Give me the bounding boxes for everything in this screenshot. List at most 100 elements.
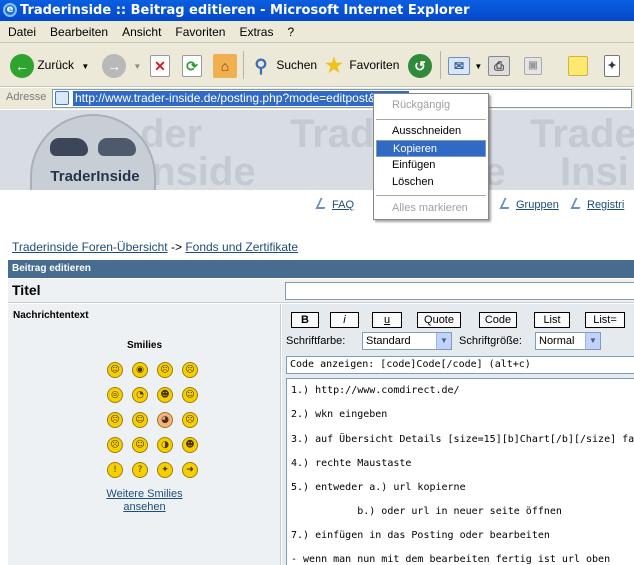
refresh-icon: ⟳ — [182, 54, 202, 77]
list-ordered-button[interactable]: List= — [585, 312, 625, 328]
site-logo[interactable]: TraderInside — [30, 114, 156, 190]
forward-dropdown-icon[interactable]: ▼ — [133, 62, 141, 71]
font-color-select[interactable]: Standard ▼ — [362, 332, 452, 350]
menu-separator — [376, 119, 486, 120]
address-url[interactable]: http://www.trader-inside.de/posting.php?… — [73, 91, 409, 106]
title-input[interactable] — [285, 282, 634, 300]
form-header: Beitrag editieren — [8, 260, 634, 278]
browser-window: e Traderinside :: Beitrag editieren - Mi… — [0, 0, 634, 565]
smiley-question-icon[interactable]: ? — [132, 462, 148, 478]
quote-button[interactable]: Quote — [417, 312, 461, 328]
smiley-rolleyes-icon[interactable]: ◑ — [157, 437, 173, 453]
font-size-select[interactable]: Normal ▼ — [535, 332, 601, 350]
edit-button[interactable]: ▣ — [524, 50, 542, 80]
banner-watermark: Insi — [560, 150, 629, 190]
smiley-embarrassed-icon[interactable]: ◕ — [157, 412, 173, 428]
search-icon: ⚲ — [254, 55, 268, 76]
back-button[interactable]: ← Zurück ▼ — [10, 50, 89, 80]
underline-button[interactable]: u — [372, 312, 402, 328]
smiley-sad-icon[interactable]: ☹ — [157, 362, 173, 378]
smiley-laugh-icon[interactable]: ☺ — [182, 387, 198, 403]
message-line: 5.) entweder a.) url kopierne — [291, 482, 466, 493]
mail-dropdown-icon[interactable]: ▼ — [474, 62, 482, 71]
smiley-idea-icon[interactable]: ✦ — [157, 462, 173, 478]
italic-button[interactable]: i — [330, 312, 359, 328]
menu-favoriten[interactable]: Favoriten — [168, 21, 232, 43]
link-icon — [499, 198, 514, 209]
smiley-shock-icon[interactable]: ◎ — [107, 387, 123, 403]
font-color-label: Schriftfarbe: — [286, 335, 346, 347]
favorites-label: Favoriten — [349, 58, 400, 72]
smiley-twisted-icon[interactable]: ☺ — [132, 437, 148, 453]
message-line: b.) oder url in neuer seite öffnen — [291, 506, 562, 517]
smiley-evil-icon[interactable]: ☹ — [107, 437, 123, 453]
breadcrumb-section[interactable]: Fonds und Zertifikate — [185, 240, 298, 254]
smiley-frown-icon[interactable]: ☹ — [182, 362, 198, 378]
page-icon — [55, 91, 69, 105]
messenger-button[interactable]: ✦ — [604, 50, 620, 80]
helpline: Code anzeigen: [code]Code[/code] (alt+c) — [286, 356, 634, 374]
menu-item-delete[interactable]: Löschen — [376, 174, 486, 191]
menu-ansicht[interactable]: Ansicht — [115, 21, 168, 43]
menu-datei[interactable]: Datei — [0, 21, 43, 43]
address-input[interactable]: http://www.trader-inside.de/posting.php?… — [52, 89, 632, 108]
search-label: Suchen — [276, 58, 318, 72]
smiley-confused-icon[interactable]: ◔ — [132, 387, 148, 403]
nav-groups[interactable]: Gruppen — [499, 198, 559, 211]
menu-bar: Datei Bearbeiten Ansicht Favoriten Extras? — [0, 21, 634, 43]
notes-button[interactable] — [568, 50, 588, 80]
nav-register[interactable]: Registri — [570, 198, 624, 211]
menu-help[interactable]: ? — [280, 21, 301, 43]
search-button[interactable]: ⚲ Suchen — [249, 50, 317, 80]
message-label: Nachrichtentext — [13, 310, 89, 321]
history-button[interactable]: ↺ — [408, 50, 432, 80]
smiley-exclaim-icon[interactable]: ! — [107, 462, 123, 478]
home-button[interactable]: ⌂ — [213, 50, 237, 80]
message-line: 2.) wkn eingeben — [291, 409, 388, 420]
bold-button[interactable]: B — [291, 312, 319, 328]
edit-icon: ▣ — [524, 56, 542, 75]
stop-icon: ✕ — [150, 54, 170, 77]
title-row: Titel — [8, 279, 634, 303]
code-button[interactable]: Code — [479, 312, 517, 328]
forum-nav: FAQ r Gruppen Registri — [0, 192, 634, 216]
smiley-arrow-icon[interactable]: ➜ — [182, 462, 198, 478]
nav-faq[interactable]: FAQ — [315, 198, 354, 211]
smiley-razz-icon[interactable]: ☺ — [132, 412, 148, 428]
smiley-cool-icon[interactable]: ☻ — [157, 387, 173, 403]
menu-bearbeiten[interactable]: Bearbeiten — [43, 21, 115, 43]
message-textarea[interactable]: 1.) http://www.comdirect.de/ 2.) wkn ein… — [286, 378, 634, 565]
message-line: 1.) http://www.comdirect.de/ — [291, 385, 460, 396]
menu-item-cut[interactable]: Ausschneiden — [376, 123, 486, 140]
back-dropdown-icon[interactable]: ▼ — [81, 62, 89, 71]
menu-item-copy[interactable]: Kopieren — [376, 140, 486, 157]
smiley-grin-icon[interactable]: ☺ — [107, 362, 123, 378]
menu-extras[interactable]: Extras — [232, 21, 280, 43]
list-button[interactable]: List — [534, 312, 570, 328]
bull-icon — [50, 138, 88, 156]
smiley-mad-icon[interactable]: ☹ — [107, 412, 123, 428]
back-label: Zurück — [37, 58, 75, 72]
refresh-button[interactable]: ⟳ — [182, 50, 202, 80]
more-smilies-link[interactable]: Weitere Smilies ansehen — [8, 488, 281, 514]
breadcrumb-forum-index[interactable]: Traderinside Foren-Übersicht — [12, 240, 168, 254]
link-icon — [315, 198, 330, 209]
smiley-wink-icon[interactable]: ☻ — [182, 437, 198, 453]
print-button[interactable]: ⎙ — [488, 50, 510, 80]
smiley-ugh-icon[interactable]: ◉ — [132, 362, 148, 378]
smiley-cry-icon[interactable]: ☹ — [182, 412, 198, 428]
menu-item-paste[interactable]: Einfügen — [376, 157, 486, 174]
menu-separator — [376, 195, 486, 196]
back-arrow-icon: ← — [10, 53, 34, 78]
messenger-icon: ✦ — [604, 54, 620, 77]
stop-button[interactable]: ✕ — [150, 50, 170, 80]
window-title: Traderinside :: Beitrag editieren - Micr… — [20, 3, 470, 18]
breadcrumb: Traderinside Foren-Übersicht -> Fonds un… — [12, 240, 298, 254]
forward-button[interactable]: → ▼ — [102, 50, 141, 80]
forward-arrow-icon: → — [102, 53, 126, 78]
toolbar-separator — [243, 51, 244, 79]
chevron-down-icon: ▼ — [585, 333, 600, 349]
favorites-button[interactable]: ★ Favoriten — [322, 50, 399, 80]
mail-button[interactable]: ✉ ▼ — [448, 50, 482, 80]
mail-icon: ✉ — [448, 56, 470, 75]
